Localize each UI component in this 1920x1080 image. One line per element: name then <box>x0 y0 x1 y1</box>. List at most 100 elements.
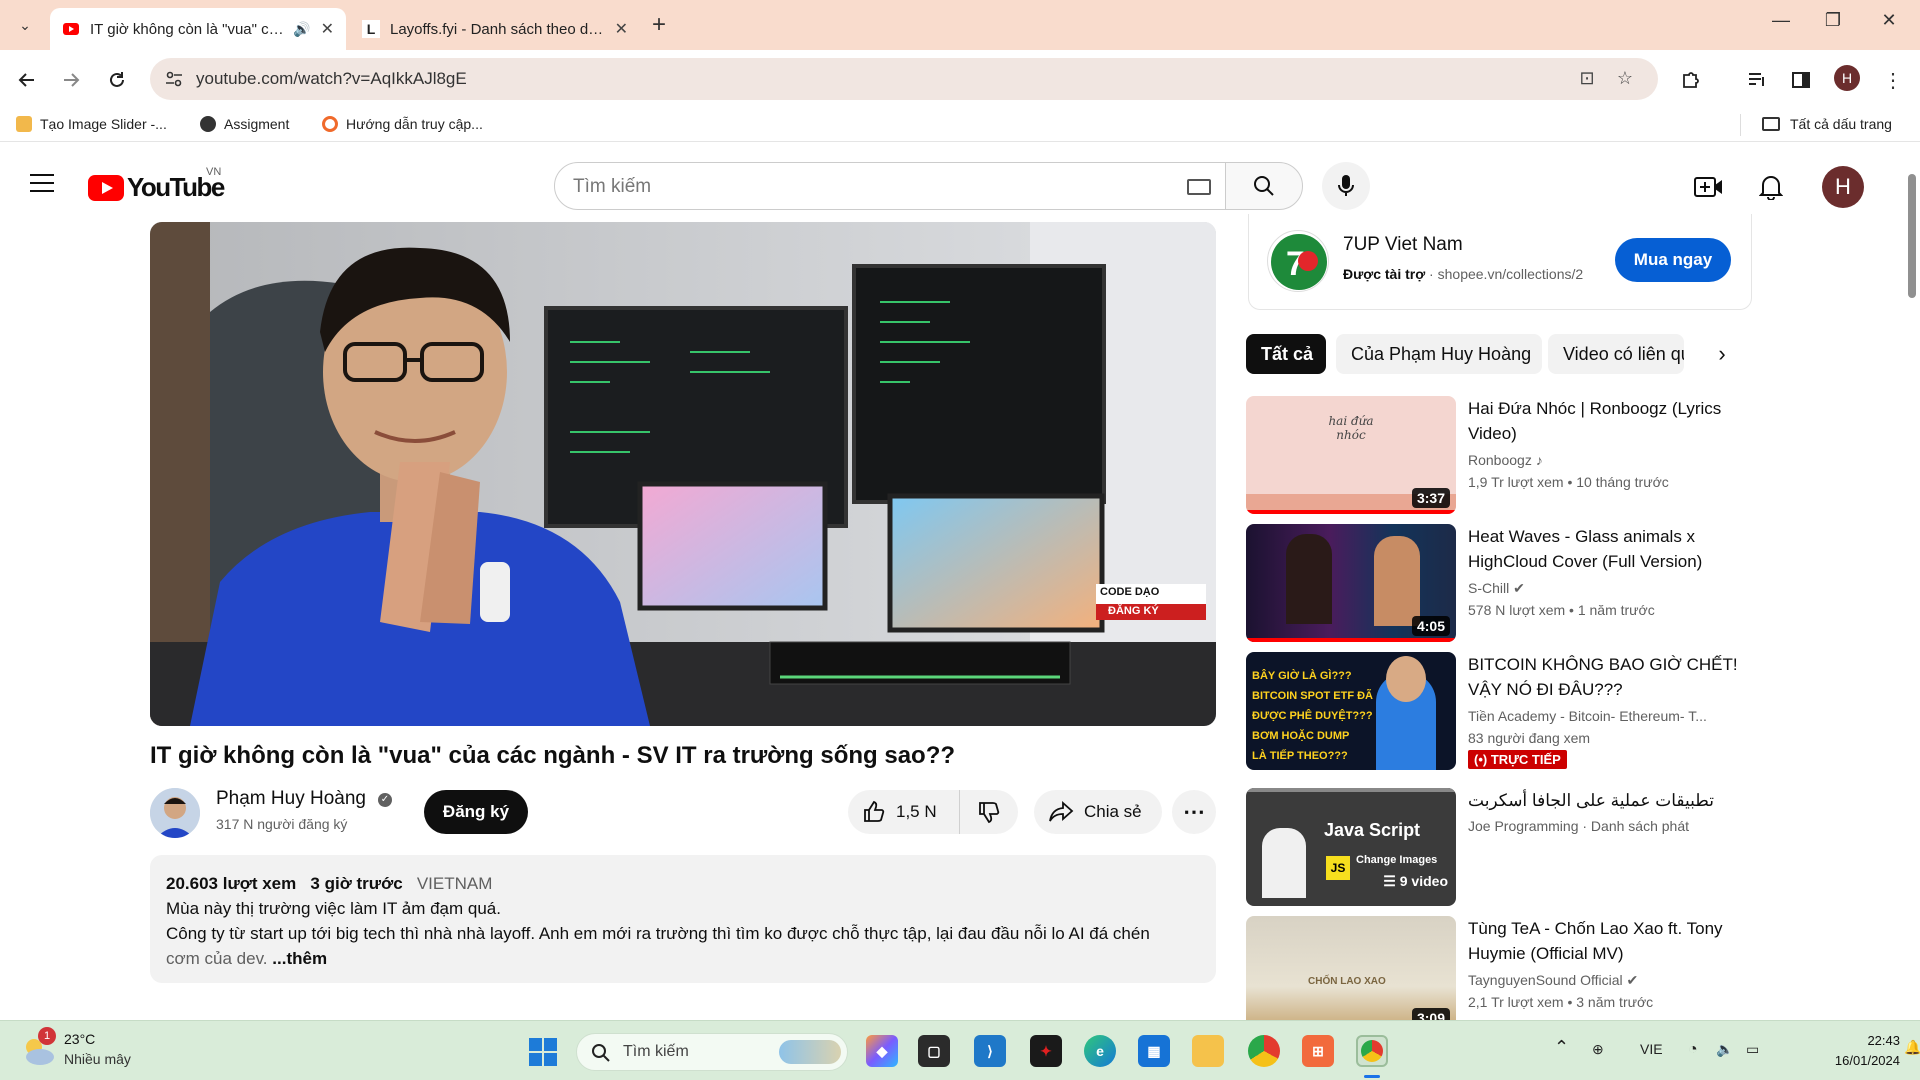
subscribe-button[interactable]: Đăng ký <box>424 790 528 834</box>
recommendation-channel[interactable]: Tiền Academy - Bitcoin- Ethereum- T... <box>1468 708 1738 724</box>
keyboard-icon[interactable] <box>1187 179 1211 195</box>
show-more-link[interactable]: ...thêm <box>272 949 327 968</box>
language-indicator[interactable]: VIE <box>1640 1041 1663 1057</box>
notification-bell-icon[interactable]: 🔔 <box>1904 1039 1920 1056</box>
vscode-icon[interactable]: ⟩ <box>974 1035 1006 1067</box>
voice-search-button[interactable] <box>1322 162 1370 210</box>
game-app-icon[interactable]: ✦ <box>1030 1035 1062 1067</box>
recommendation-title[interactable]: تطبيقات عملية على الجافا أسكربت <box>1468 788 1738 813</box>
chip-related[interactable]: Video có liên quan <box>1548 334 1684 374</box>
video-player[interactable]: CODE DẠO ĐĂNG KÝ <box>150 222 1216 726</box>
view-count: 20.603 lượt xem <box>166 874 297 893</box>
account-avatar[interactable]: H <box>1822 166 1864 208</box>
forward-button[interactable] <box>56 65 86 95</box>
hamburger-menu-icon[interactable] <box>30 174 54 192</box>
recommendation-title[interactable]: BITCOIN KHÔNG BAO GIỜ CHẾT! VẬY NÓ ĐI ĐÂ… <box>1468 652 1738 702</box>
taskbar-search[interactable]: Tìm kiếm <box>576 1033 848 1071</box>
new-tab-button[interactable]: + <box>652 12 666 38</box>
recommendation-channel[interactable]: TaynguyenSound Official ✔ <box>1468 972 1638 989</box>
scrollbar-thumb[interactable] <box>1908 174 1916 298</box>
recommendation-title[interactable]: Heat Waves - Glass animals x HighCloud C… <box>1468 524 1738 574</box>
close-window-button[interactable]: ✕ <box>1874 10 1904 31</box>
notifications-button[interactable] <box>1756 172 1786 202</box>
minimize-button[interactable]: — <box>1766 10 1796 31</box>
close-tab-icon[interactable]: ✕ <box>615 19 628 39</box>
network-status-icon[interactable]: ⊕ <box>1592 1041 1604 1058</box>
recommendation-item[interactable]: Java Script Change Images JS ☰ 9 video ت… <box>1246 788 1752 908</box>
recommendation-channel[interactable]: Ronboogz ♪ <box>1468 452 1543 468</box>
reload-icon <box>110 72 124 87</box>
shop-now-button[interactable]: Mua ngay <box>1615 238 1731 282</box>
tab-youtube[interactable]: IT giờ không còn là "vua" của các ngành … <box>50 8 346 50</box>
video-thumbnail[interactable]: CHỐN LAO XAO 3:09 <box>1246 916 1456 1022</box>
youtube-logo[interactable]: YouTube VN <box>88 166 225 203</box>
all-bookmarks-button[interactable]: Tất cả dấu trang <box>1762 116 1892 132</box>
recommendation-item[interactable]: hai đứa nhóc 3:37 Hai Đứa Nhóc | Ronboog… <box>1246 396 1752 516</box>
channel-avatar[interactable] <box>150 788 200 838</box>
audio-playing-icon[interactable]: 🔊 <box>293 21 310 38</box>
share-button[interactable]: Chia sẻ <box>1034 790 1162 834</box>
bookmark-huong-dan[interactable]: Hướng dẫn truy cập... <box>322 116 483 132</box>
site-info-icon[interactable] <box>164 69 184 89</box>
description-box[interactable]: 20.603 lượt xem 3 giờ trước VIETNAM Mùa … <box>150 855 1216 983</box>
sponsored-ad-card[interactable]: 7 7UP Viet Nam Được tài trợ · shopee.vn/… <box>1248 214 1752 310</box>
tab-search-button[interactable]: ⌄ <box>12 12 38 38</box>
file-explorer-icon[interactable] <box>1192 1035 1224 1067</box>
side-panel-button[interactable] <box>1786 65 1816 95</box>
video-thumbnail[interactable]: hai đứa nhóc 3:37 <box>1246 396 1456 514</box>
show-hidden-icons[interactable]: ⌃ <box>1554 1037 1569 1058</box>
back-button[interactable] <box>12 65 42 95</box>
channel-avatar-image <box>150 788 200 838</box>
battery-icon[interactable]: ▭ <box>1746 1041 1759 1058</box>
chip-channel[interactable]: Của Phạm Huy Hoàng <box>1336 334 1542 374</box>
address-bar[interactable]: youtube.com/watch?v=AqIkkAJl8gE ⊡ ☆ <box>150 58 1658 100</box>
video-thumbnail[interactable]: 4:05 <box>1246 524 1456 642</box>
hashtag-link[interactable]: VIETNAM <box>417 874 493 893</box>
close-tab-icon[interactable]: ✕ <box>321 19 334 39</box>
recommendation-item[interactable]: 4:05 Heat Waves - Glass animals x HighCl… <box>1246 524 1752 644</box>
ad-title[interactable]: 7UP Viet Nam <box>1343 234 1463 256</box>
recommendation-channel[interactable]: Joe Programming · Danh sách phát <box>1468 818 1689 834</box>
search-button[interactable] <box>1225 162 1303 210</box>
start-button[interactable] <box>528 1037 558 1067</box>
install-app-icon[interactable]: ⊡ <box>1576 68 1598 90</box>
search-input[interactable]: Tìm kiếm <box>554 162 1226 210</box>
chrome-menu-button[interactable]: ⋮ <box>1878 65 1908 95</box>
recommendation-item[interactable]: BÂY GIỜ LÀ GÌ??? BITCOIN SPOT ETF ĐÃ ĐƯỢ… <box>1246 652 1752 772</box>
playlist-thumbnail[interactable]: Java Script Change Images JS ☰ 9 video <box>1246 788 1456 906</box>
thumbnail-text: Java Script <box>1324 820 1421 840</box>
like-button[interactable]: 1,5 N <box>848 790 960 834</box>
copilot-icon[interactable]: ◆ <box>866 1035 898 1067</box>
app-icon[interactable]: ⊞ <box>1302 1035 1334 1067</box>
media-controls-button[interactable] <box>1742 65 1772 95</box>
chip-all[interactable]: Tất cả <box>1246 334 1326 374</box>
edge-browser-icon[interactable]: e <box>1084 1035 1116 1067</box>
system-clock[interactable]: 22:43 16/01/2024 <box>1820 1031 1900 1071</box>
more-actions-button[interactable]: ⋯ <box>1172 790 1216 834</box>
bookmark-image-slider[interactable]: Tạo Image Slider -... <box>16 116 167 132</box>
recommendation-title[interactable]: Hai Đứa Nhóc | Ronboogz (Lyrics Video) <box>1468 396 1738 446</box>
chrome-icon[interactable] <box>1248 1035 1280 1067</box>
profile-avatar[interactable]: H <box>1834 65 1860 91</box>
video-thumbnail[interactable]: BÂY GIỜ LÀ GÌ??? BITCOIN SPOT ETF ĐÃ ĐƯỢ… <box>1246 652 1456 770</box>
dislike-button[interactable] <box>960 790 1018 834</box>
extensions-button[interactable] <box>1676 65 1706 95</box>
tab-layoffs[interactable]: L Layoffs.fyi - Danh sách theo dõi sa th… <box>350 8 640 50</box>
chevron-right-icon[interactable]: › <box>1706 338 1738 370</box>
create-button[interactable] <box>1694 172 1724 202</box>
reload-button[interactable] <box>102 65 132 95</box>
recommendation-title[interactable]: Tùng TeA - Chốn Lao Xao ft. Tony Huymie … <box>1468 916 1738 966</box>
microsoft-store-icon[interactable]: ▦ <box>1138 1035 1170 1067</box>
wifi-icon[interactable]: ◔ <box>1688 1041 1698 1059</box>
file-viewer-icon[interactable]: ▢ <box>918 1035 950 1067</box>
recommendation-channel[interactable]: S-Chill ✔ <box>1468 580 1525 597</box>
channel-name[interactable]: Phạm Huy Hoàng <box>216 788 366 810</box>
bookmark-assigment[interactable]: Assigment <box>200 116 289 132</box>
bookmark-star-icon[interactable]: ☆ <box>1614 68 1636 90</box>
volume-icon[interactable]: 🔈 <box>1716 1041 1733 1058</box>
maximize-button[interactable]: ❐ <box>1818 10 1848 31</box>
chrome-profile-icon[interactable] <box>1356 1035 1388 1067</box>
url-text[interactable]: youtube.com/watch?v=AqIkkAJl8gE <box>196 69 467 89</box>
page-scrollbar[interactable] <box>1904 142 1920 1022</box>
recommendation-item[interactable]: CHỐN LAO XAO 3:09 Tùng TeA - Chốn Lao Xa… <box>1246 916 1752 1022</box>
